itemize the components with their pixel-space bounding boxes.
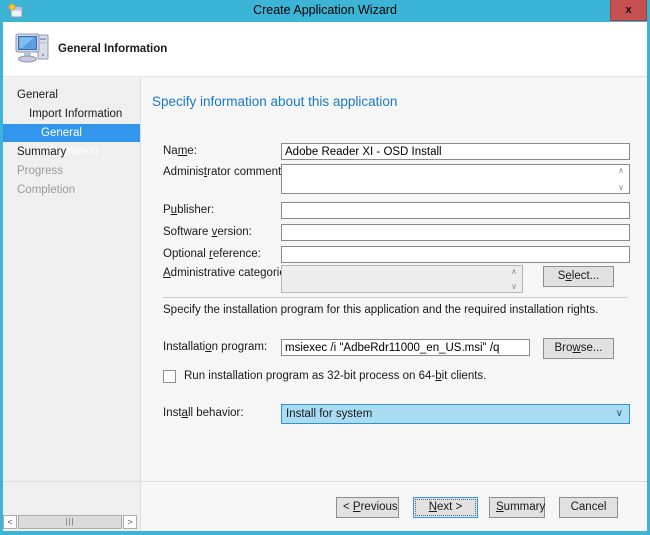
wizard-step-list: General Import Information General Infor… — [3, 78, 140, 531]
install-behavior-dropdown[interactable]: Install for system ∨ — [281, 404, 630, 424]
cancel-button[interactable]: Cancel — [559, 497, 618, 518]
chevron-down-icon: ∨ — [616, 405, 623, 423]
install-behavior-label: Install behavior: — [163, 407, 244, 419]
installation-program-label: Installation program: — [163, 341, 267, 353]
close-button[interactable]: x — [610, 0, 647, 21]
select-categories-button[interactable]: Select... — [543, 266, 614, 287]
installation-program-input[interactable] — [281, 339, 530, 356]
previous-button[interactable]: < Previous — [336, 497, 399, 518]
optional-reference-label: Optional reference: — [163, 248, 261, 260]
publisher-input[interactable] — [281, 202, 630, 219]
administrator-comments-label: Administrator comments: — [163, 166, 290, 178]
installation-section-text: Specify the installation program for thi… — [163, 304, 598, 316]
browse-button[interactable]: Browse... — [543, 338, 614, 359]
software-version-label: Software version: — [163, 226, 252, 238]
grip-icon: ||| — [65, 517, 74, 526]
computer-icon — [14, 29, 54, 69]
scroll-right-button[interactable]: > — [123, 515, 137, 529]
nav-item-general[interactable]: General — [3, 86, 140, 104]
close-icon: x — [625, 4, 631, 16]
nav-item-progress: Progress — [3, 162, 140, 180]
next-button[interactable]: Next > — [413, 497, 478, 518]
run-32bit-checkbox[interactable] — [163, 370, 176, 383]
page-header: General Information — [3, 22, 647, 77]
scroll-up-icon: ∧ — [507, 266, 521, 277]
scroll-left-button[interactable]: < — [3, 515, 17, 529]
scroll-right-icon: > — [127, 517, 132, 527]
page-title: General Information — [58, 43, 167, 55]
administrative-categories-input: ∧ ∨ — [281, 265, 523, 293]
content-heading: Specify information about this applicati… — [152, 94, 397, 109]
nav-item-completion: Completion — [3, 181, 140, 199]
software-version-input[interactable] — [281, 224, 630, 241]
scroll-down-icon[interactable]: ∨ — [614, 182, 628, 193]
wizard-body: General Information General Import Infor… — [3, 22, 647, 531]
run-32bit-checkbox-label: Run installation program as 32-bit proce… — [184, 370, 486, 382]
scroll-down-icon: ∨ — [507, 281, 521, 292]
titlebar: Create Application Wizard x — [0, 0, 650, 22]
optional-reference-input[interactable] — [281, 246, 630, 263]
scroll-left-icon: < — [7, 517, 12, 527]
comments-scrollbar[interactable]: ∧ ∨ — [614, 165, 628, 193]
footer-separator — [3, 481, 647, 482]
window-title: Create Application Wizard — [0, 3, 650, 17]
name-label: Name: — [163, 145, 197, 157]
administrator-comments-input[interactable]: ∧ ∨ — [281, 164, 630, 194]
nav-item-summary[interactable]: Summary — [3, 143, 140, 161]
install-behavior-value: Install for system — [286, 408, 372, 420]
categories-scrollbar: ∧ ∨ — [507, 266, 521, 292]
nav-item-import-information[interactable]: Import Information — [3, 105, 140, 123]
administrative-categories-label: Administrative categories: — [163, 267, 295, 279]
scroll-up-icon[interactable]: ∧ — [614, 165, 628, 176]
publisher-label: Publisher: — [163, 204, 214, 216]
section-separator — [163, 297, 628, 298]
nav-horizontal-scrollbar[interactable]: < ||| > — [3, 515, 137, 529]
nav-item-general-information[interactable]: General Information — [3, 124, 140, 142]
scrollbar-thumb[interactable]: ||| — [18, 515, 122, 529]
summary-button[interactable]: Summary — [489, 497, 545, 518]
create-application-wizard-window: Create Application Wizard x General Info… — [0, 0, 650, 535]
name-input[interactable] — [281, 143, 630, 160]
content-pane: Specify information about this applicati… — [141, 78, 647, 531]
